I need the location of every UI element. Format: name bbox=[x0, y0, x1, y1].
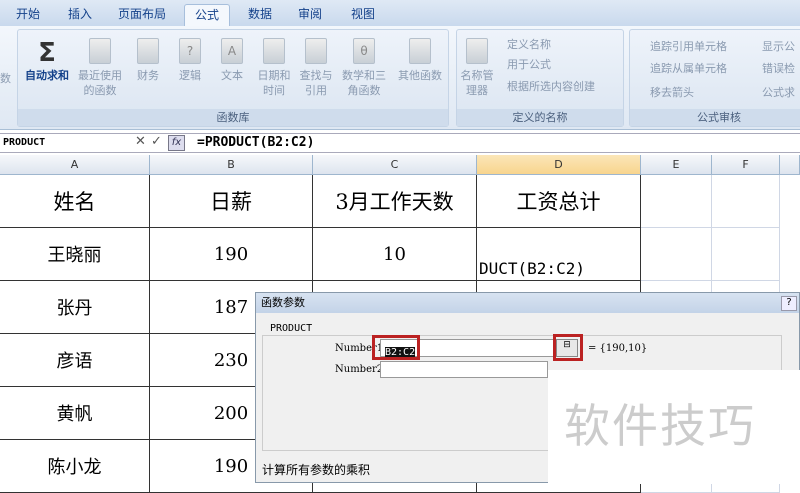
help-button[interactable]: ? bbox=[781, 296, 797, 311]
create-from-selection-button[interactable]: 根据所选内容创建 bbox=[507, 78, 595, 94]
insert-function-icon[interactable]: fx bbox=[168, 135, 185, 151]
column-header-e[interactable]: E bbox=[641, 155, 712, 175]
lookup-button[interactable]: 查找与引用 bbox=[296, 38, 336, 98]
error-checking-button[interactable]: 错误检 bbox=[762, 60, 795, 76]
show-formulas-button[interactable]: 显示公 bbox=[762, 38, 795, 54]
function-description: 计算所有参数的乘积 bbox=[262, 463, 371, 477]
table-cell[interactable]: 陈小龙 bbox=[0, 440, 150, 493]
use-in-formula-button[interactable]: 用于公式 bbox=[507, 56, 551, 72]
defined-names-group: 名称管理器 定义名称 用于公式 根据所选内容创建 定义的名称 bbox=[456, 29, 624, 127]
formula-auditing-group: 追踪引用单元格 追踪从属单元格 移去箭头 显示公 错误检 公式求 公式审核 bbox=[629, 29, 800, 127]
recent-functions-button[interactable]: 最近使用的函数 bbox=[74, 38, 126, 98]
function-name: PRODUCT bbox=[268, 323, 315, 334]
column-header-f[interactable]: F bbox=[712, 155, 780, 175]
table-cell[interactable]: 王晓丽 bbox=[0, 228, 150, 281]
tab-page-layout[interactable]: 页面布局 bbox=[112, 4, 172, 26]
calendar-book-icon bbox=[263, 38, 285, 64]
formula-input[interactable]: =PRODUCT(B2:C2) bbox=[197, 134, 314, 152]
tab-review[interactable]: 审阅 bbox=[290, 4, 330, 26]
table-cell[interactable]: 彦语 bbox=[0, 334, 150, 387]
trace-precedents-button[interactable]: 追踪引用单元格 bbox=[650, 38, 727, 54]
editing-cell[interactable]: DUCT(B2:C2) bbox=[477, 228, 641, 281]
theta-book-icon: θ bbox=[353, 38, 375, 64]
question-book-icon: ? bbox=[179, 38, 201, 64]
formula-bar: PRODUCT ✕ ✓ fx =PRODUCT(B2:C2) bbox=[0, 133, 800, 153]
number2-input[interactable] bbox=[380, 361, 548, 378]
financial-button[interactable]: 财务 bbox=[128, 38, 168, 83]
book-icon bbox=[137, 38, 159, 64]
tab-home[interactable]: 开始 bbox=[8, 4, 48, 26]
cell[interactable] bbox=[712, 175, 780, 228]
table-cell[interactable]: 190 bbox=[150, 228, 313, 281]
column-header-d[interactable]: D bbox=[477, 155, 641, 175]
watermark: 软件技巧 bbox=[548, 370, 800, 484]
define-name-button[interactable]: 定义名称 bbox=[507, 36, 551, 52]
header-cell[interactable]: 工资总计 bbox=[477, 175, 641, 228]
tab-data[interactable]: 数据 bbox=[240, 4, 280, 26]
number1-result: = {190,10} bbox=[588, 343, 648, 354]
sigma-icon: Σ bbox=[38, 38, 56, 68]
highlight-box bbox=[553, 334, 583, 361]
table-cell[interactable]: 黄帆 bbox=[0, 387, 150, 440]
dialog-title: 函数参数 bbox=[256, 293, 799, 313]
cell[interactable] bbox=[641, 228, 712, 281]
name-manager-button[interactable]: 名称管理器 bbox=[459, 38, 495, 98]
group-label: 函数库 bbox=[18, 109, 448, 126]
group-label: 定义的名称 bbox=[457, 109, 623, 126]
ribbon: 数 Σ 自动求和 最近使用的函数 财务 ? 逻辑 A 文本 日期和时间 查找与引用 θ… bbox=[0, 26, 800, 130]
column-header-a[interactable]: A bbox=[0, 155, 150, 175]
column-header-c[interactable]: C bbox=[313, 155, 477, 175]
text-button[interactable]: A 文本 bbox=[212, 38, 252, 83]
tab-insert[interactable]: 插入 bbox=[60, 4, 100, 26]
number2-label: Number2 bbox=[335, 364, 384, 375]
trace-dependents-button[interactable]: 追踪从属单元格 bbox=[650, 60, 727, 76]
more-functions-button[interactable]: 其他函数 bbox=[394, 38, 446, 83]
book-icon bbox=[89, 38, 111, 64]
enter-icon[interactable]: ✓ bbox=[151, 134, 162, 149]
name-box[interactable]: PRODUCT bbox=[0, 134, 110, 152]
tab-view[interactable]: 视图 bbox=[343, 4, 383, 26]
autosum-button[interactable]: Σ 自动求和 bbox=[22, 38, 72, 83]
header-cell[interactable]: 3月工作天数 bbox=[313, 175, 477, 228]
function-arguments-dialog: 函数参数 ? PRODUCT Number1 B2:C2 ⊟ = {190,10… bbox=[255, 292, 800, 484]
name-manager-icon bbox=[466, 38, 488, 64]
date-time-button[interactable]: 日期和时间 bbox=[254, 38, 294, 98]
evaluate-formula-button[interactable]: 公式求 bbox=[762, 84, 795, 100]
text-book-icon: A bbox=[221, 38, 243, 64]
column-header-g[interactable] bbox=[780, 155, 800, 175]
magnifier-book-icon bbox=[305, 38, 327, 64]
books-icon bbox=[409, 38, 431, 64]
highlight-box bbox=[372, 335, 420, 360]
header-cell[interactable]: 日薪 bbox=[150, 175, 313, 228]
remove-arrows-button[interactable]: 移去箭头 bbox=[650, 84, 694, 100]
tab-formulas[interactable]: 公式 bbox=[184, 4, 230, 26]
column-header-b[interactable]: B bbox=[150, 155, 313, 175]
table-cell[interactable]: 10 bbox=[313, 228, 477, 281]
math-trig-button[interactable]: θ 数学和三角函数 bbox=[340, 38, 388, 98]
cell[interactable] bbox=[641, 175, 712, 228]
header-cell[interactable]: 姓名 bbox=[0, 175, 150, 228]
ribbon-tabs: 开始 插入 页面布局 公式 数据 审阅 视图 bbox=[0, 0, 800, 26]
insert-function-label[interactable]: 数 bbox=[0, 70, 11, 86]
function-library-group: Σ 自动求和 最近使用的函数 财务 ? 逻辑 A 文本 日期和时间 查找与引用 θ 数学… bbox=[17, 29, 449, 127]
cancel-icon[interactable]: ✕ bbox=[135, 134, 146, 149]
cell[interactable] bbox=[712, 228, 780, 281]
group-label: 公式审核 bbox=[630, 109, 800, 126]
logical-button[interactable]: ? 逻辑 bbox=[170, 38, 210, 83]
table-cell[interactable]: 张丹 bbox=[0, 281, 150, 334]
